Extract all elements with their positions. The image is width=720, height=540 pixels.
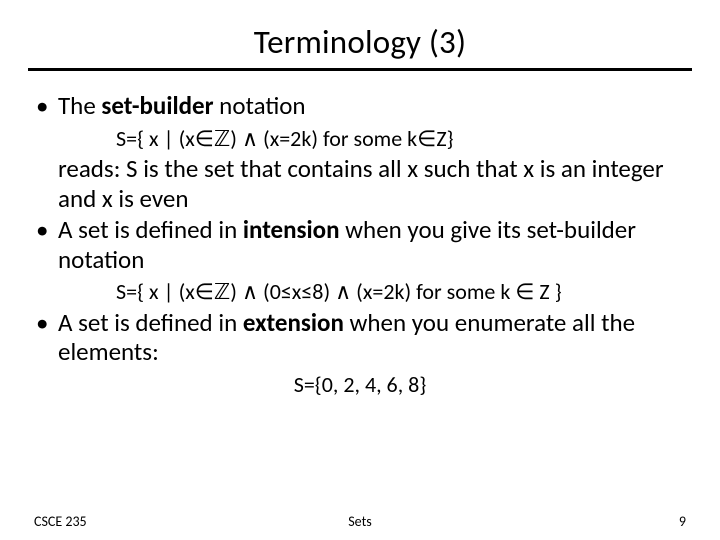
text: The [58, 90, 101, 121]
text: A set is defined in [58, 214, 243, 245]
bullet-intension: A set is defined in intension when you g… [34, 215, 686, 274]
footer-center: Sets [0, 513, 720, 530]
bullet-list-3: A set is defined in extension when you e… [34, 308, 686, 367]
bold-text: extension [243, 307, 344, 338]
reads-text: reads: S is the set that contains all x … [34, 154, 686, 213]
slide-body: The set-builder notation S={ x | (x∈ℤ) ∧… [0, 71, 720, 400]
footer-right: 9 [679, 513, 686, 530]
text: notation [214, 90, 306, 121]
bold-text: set-builder [101, 90, 213, 121]
bullet-list-2: A set is defined in intension when you g… [34, 215, 686, 274]
slide: Terminology (3) The set-builder notation… [0, 0, 720, 540]
slide-title: Terminology (3) [0, 0, 720, 68]
bold-text: intension [243, 214, 340, 245]
bullet-set-builder: The set-builder notation [34, 91, 686, 121]
bullet-extension: A set is defined in extension when you e… [34, 308, 686, 367]
text: A set is defined in [58, 307, 243, 338]
bullet-list: The set-builder notation [34, 91, 686, 121]
formula-2: S={ x | (x∈ℤ) ∧ (0≤x≤8) ∧ (x=2k) for som… [34, 276, 686, 308]
formula-1: S={ x | (x∈ℤ) ∧ (x=2k) for some k∈Z} [34, 123, 686, 155]
formula-3: S={0, 2, 4, 6, 8} [34, 369, 686, 401]
